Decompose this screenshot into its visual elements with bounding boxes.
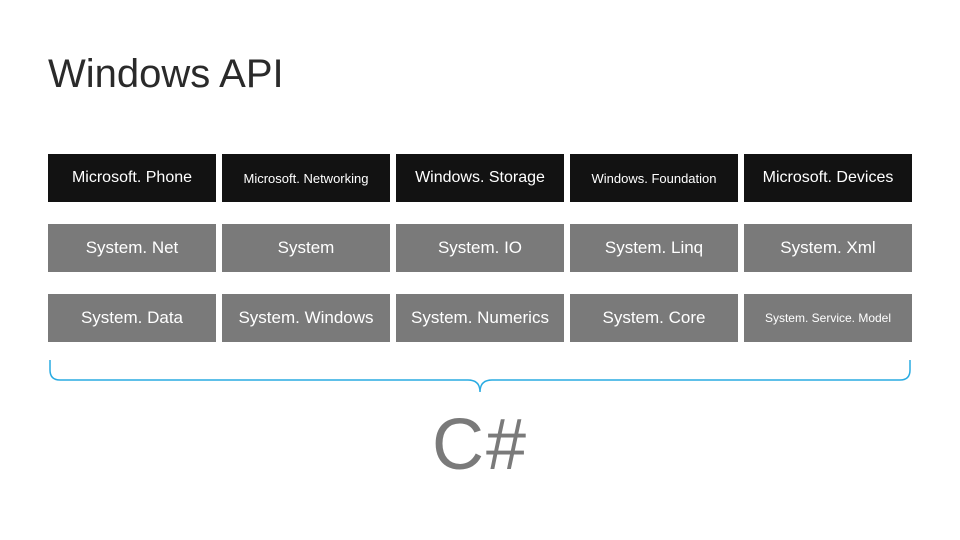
api-cell: System. Numerics	[396, 294, 564, 342]
api-cell: System	[222, 224, 390, 272]
api-cell: System. Net	[48, 224, 216, 272]
api-cell: System. Linq	[570, 224, 738, 272]
api-cell: Windows. Foundation	[570, 154, 738, 202]
api-cell: Windows. Storage	[396, 154, 564, 202]
api-cell: Microsoft. Phone	[48, 154, 216, 202]
table-row: Microsoft. Phone Microsoft. Networking W…	[48, 154, 912, 202]
api-cell: Microsoft. Networking	[222, 154, 390, 202]
api-grid: Microsoft. Phone Microsoft. Networking W…	[48, 154, 912, 342]
api-cell: System. Xml	[744, 224, 912, 272]
language-label: C#	[0, 404, 960, 486]
api-cell: System. Core	[570, 294, 738, 342]
slide-title: Windows API	[48, 52, 284, 97]
api-cell: System. Data	[48, 294, 216, 342]
api-cell: System. Windows	[222, 294, 390, 342]
api-cell: Microsoft. Devices	[744, 154, 912, 202]
api-cell: System. Service. Model	[744, 294, 912, 342]
table-row: System. Data System. Windows System. Num…	[48, 294, 912, 342]
api-cell: System. IO	[396, 224, 564, 272]
table-row: System. Net System System. IO System. Li…	[48, 224, 912, 272]
curly-brace-icon	[48, 358, 912, 402]
